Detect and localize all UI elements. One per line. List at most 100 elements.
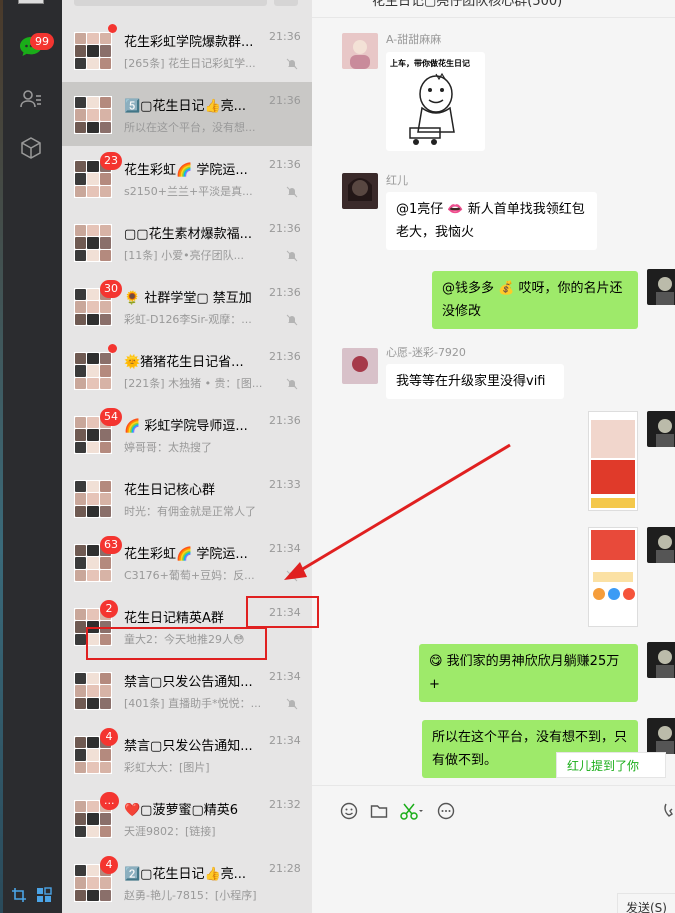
favorites-box-icon[interactable] <box>16 133 46 163</box>
chat-list[interactable]: 花生彩虹学院爆款群... 21:36 [265条] 花生日记彩虹学... 5️⃣▢花生… <box>62 0 312 913</box>
mute-bell-icon <box>286 247 298 262</box>
avatar[interactable] <box>342 173 378 209</box>
group-avatar <box>74 32 112 70</box>
unread-dot <box>108 344 117 353</box>
unread-badge: 54 <box>100 408 122 426</box>
chat-time: 21:36 <box>269 94 301 107</box>
group-avatar <box>74 224 112 262</box>
sidebar-bottom <box>0 887 62 907</box>
phone-icon[interactable] <box>663 802 675 824</box>
group-avatar <box>74 352 112 390</box>
chat-preview: [265条] 花生日记彩虹学... <box>124 57 256 70</box>
annotation-box-time <box>246 596 319 628</box>
chat-time: 21:34 <box>269 734 301 747</box>
mute-bell-icon <box>286 695 298 710</box>
sticker-message[interactable]: 上车，带你做花生日记 <box>386 52 485 151</box>
list-header <box>62 0 312 18</box>
send-button[interactable]: 发送(S) <box>617 893 675 913</box>
app-sidebar: 99 <box>0 0 62 913</box>
message-bubble[interactable]: 我等等在升级家里没得vifi <box>386 364 564 399</box>
chat-list-item[interactable]: 4 禁言▢只发公告通知... 21:34 彩虹大大：[图片] <box>62 722 312 786</box>
unread-badge: ... <box>100 792 119 810</box>
chat-list-item[interactable]: ▢▢花生素材爆款福... 21:36 [11条] 小爱•亮仔团队... <box>62 210 312 274</box>
chat-preview: [401条] 直播助手*悦悦：... <box>124 697 262 710</box>
sticker-figure-icon <box>409 72 455 145</box>
chat-name: 2️⃣▢花生日记👍亮... <box>124 867 247 882</box>
unread-badge: 4 <box>100 728 118 746</box>
emoji-icon[interactable] <box>340 802 358 824</box>
message-bubble[interactable]: @钱多多 💰 哎呀，你的名片还没修改 <box>432 271 638 329</box>
chat-list-item[interactable]: 30 🌻 社群学堂▢ 禁互加 21:36 彩虹-D126李Sir-观摩：... <box>62 274 312 338</box>
chat-preview: 婷哥哥：太热搜了 <box>124 441 212 454</box>
chat-list-item[interactable]: 4 2️⃣▢花生日记👍亮... 21:28 赵勇-艳儿-7815：[小程序] <box>62 850 312 913</box>
image-message[interactable] <box>588 527 638 627</box>
unread-badge: 2 <box>100 600 118 618</box>
chat-name: 花生彩虹🌈 学院运... <box>124 547 248 562</box>
chat-time: 21:32 <box>269 798 301 811</box>
chat-time: 21:34 <box>269 670 301 683</box>
chat-name: 花生日记核心群 <box>124 483 216 498</box>
self-avatar[interactable] <box>647 718 675 754</box>
chat-preview: 天涯9802：[链接] <box>124 825 216 838</box>
image-message[interactable] <box>588 411 638 511</box>
sidebar-edge <box>0 0 3 913</box>
mute-bell-icon <box>286 567 298 582</box>
chat-time: 21:36 <box>269 158 301 171</box>
unread-badge: 99 <box>30 33 54 50</box>
chat-preview: s2150+兰兰+平淡是真... <box>124 185 253 198</box>
chat-panel: 花生日记▢亮仔团队核心群(500) A-甜甜麻麻 上车，带你做花生日记 红儿 @… <box>312 0 675 913</box>
message-bubble[interactable]: 😋 我们家的男神欣欣月躺赚25万+ <box>419 644 638 702</box>
add-chat-button[interactable] <box>274 0 298 6</box>
sticker-caption: 上车，带你做花生日记 <box>390 59 470 68</box>
group-avatar <box>74 672 112 710</box>
chat-name: 花生彩虹🌈 学院运... <box>124 163 248 178</box>
crop-icon[interactable] <box>11 887 27 907</box>
search-input[interactable] <box>74 0 267 6</box>
chat-preview: 彩虹大大：[图片] <box>124 761 210 774</box>
message-bubble[interactable]: @1亮仔 👄 新人首单找我领红包 老大，我恼火 <box>386 192 597 250</box>
avatar[interactable] <box>342 348 378 384</box>
chat-time: 21:33 <box>269 478 301 491</box>
chat-name: ▢▢花生素材爆款福... <box>124 227 252 242</box>
chat-list-item[interactable]: 54 🌈 彩虹学院导师逗... 21:36 婷哥哥：太热搜了 <box>62 402 312 466</box>
chat-preview: [11条] 小爱•亮仔团队... <box>124 249 245 262</box>
chat-list-item[interactable]: 63 花生彩虹🌈 学院运... 21:34 C3176+葡萄+豆妈：反... <box>62 530 312 594</box>
avatar[interactable] <box>342 33 378 69</box>
chat-list-item[interactable]: ... ❤️▢菠萝蜜▢精英6 21:32 天涯9802：[链接] <box>62 786 312 850</box>
unread-badge: 4 <box>100 856 118 874</box>
contacts-icon[interactable] <box>16 84 46 114</box>
chat-time: 21:36 <box>269 286 301 299</box>
user-avatar[interactable] <box>18 0 44 4</box>
sender-name: A-甜甜麻麻 <box>386 33 442 46</box>
chat-time: 21:36 <box>269 350 301 363</box>
group-avatar <box>74 480 112 518</box>
chat-name: 禁言▢只发公告通知... <box>124 675 253 690</box>
chat-name: 花生彩虹学院爆款群... <box>124 35 254 50</box>
sender-name: 红儿 <box>386 174 408 187</box>
annotation-box-preview <box>86 627 267 660</box>
chat-list-item[interactable]: 5️⃣▢花生日记👍亮... 21:36 所以在这个平台，没有想... <box>62 82 312 146</box>
chat-history-icon[interactable] <box>437 802 455 824</box>
chat-preview: [221条] 木独猪 • 贵：[图... <box>124 377 263 390</box>
chat-list-item[interactable]: 花生日记核心群 21:33 时光：有佣金就是正常人了 <box>62 466 312 530</box>
folder-icon[interactable] <box>370 802 388 824</box>
screenshot-scissors-icon[interactable] <box>400 802 424 824</box>
self-avatar[interactable] <box>647 411 675 447</box>
unread-dot <box>108 24 117 33</box>
unread-badge: 63 <box>100 536 122 554</box>
mention-tip[interactable]: 红儿提到了你 <box>556 752 666 778</box>
chat-name: ❤️▢菠萝蜜▢精英6 <box>124 803 239 818</box>
chat-list-item[interactable]: 花生彩虹学院爆款群... 21:36 [265条] 花生日记彩虹学... <box>62 18 312 82</box>
chat-time: 21:36 <box>269 222 301 235</box>
chat-list-item[interactable]: 23 花生彩虹🌈 学院运... 21:36 s2150+兰兰+平淡是真... <box>62 146 312 210</box>
chat-time: 21:36 <box>269 30 301 43</box>
self-avatar[interactable] <box>647 269 675 305</box>
self-avatar[interactable] <box>647 642 675 678</box>
chat-list-item[interactable]: 禁言▢只发公告通知... 21:34 [401条] 直播助手*悦悦：... <box>62 658 312 722</box>
chat-preview: 彩虹-D126李Sir-观摩：... <box>124 313 252 326</box>
self-avatar[interactable] <box>647 527 675 563</box>
chat-list-item[interactable]: 🌞猪猪花生日记省... 21:36 [221条] 木独猪 • 贵：[图... <box>62 338 312 402</box>
app-grid-icon[interactable] <box>36 887 52 907</box>
chat-name: 🌈 彩虹学院导师逗... <box>124 419 248 434</box>
chat-name: 5️⃣▢花生日记👍亮... <box>124 99 247 114</box>
